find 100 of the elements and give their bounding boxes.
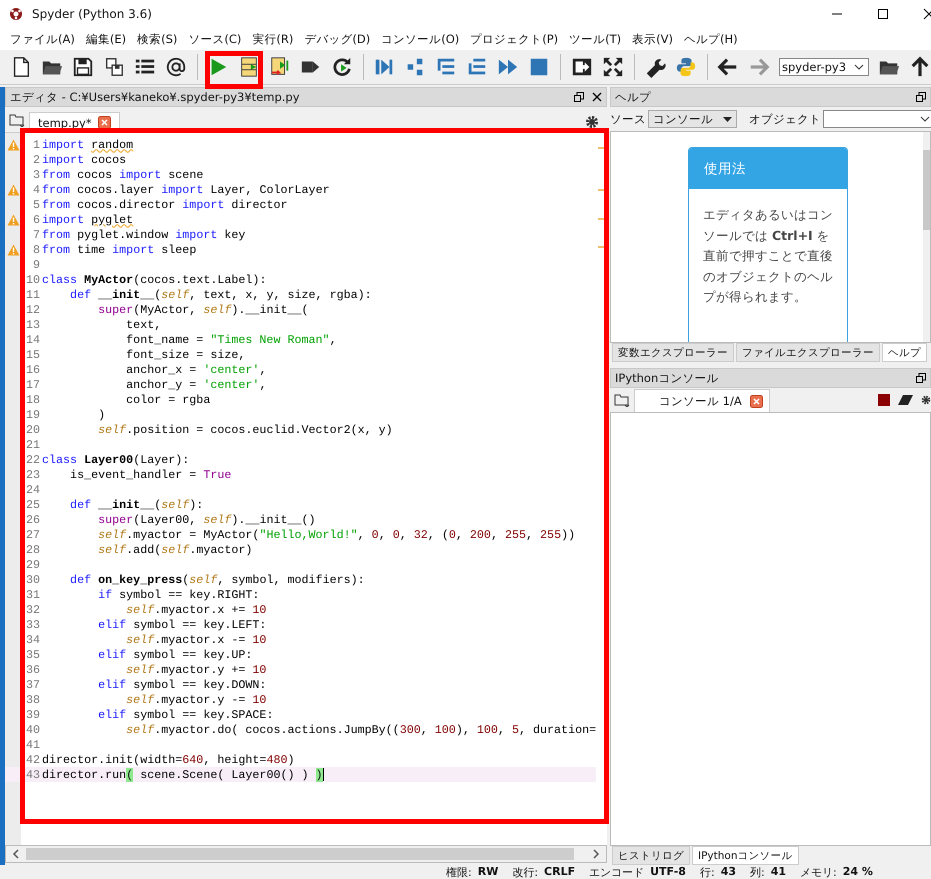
line-number: 3 bbox=[32, 168, 41, 182]
warning-marker bbox=[598, 246, 606, 248]
line-number: 38 bbox=[24, 692, 41, 706]
run-cell-advance-icon[interactable] bbox=[269, 56, 292, 78]
code-line: elif symbol == key.SPACE: bbox=[97, 708, 274, 722]
menu-item[interactable]: ソース(C) bbox=[188, 32, 242, 46]
fullscreen-icon[interactable] bbox=[602, 56, 624, 78]
folder-browse-icon[interactable] bbox=[9, 112, 25, 126]
line-number: 26 bbox=[24, 512, 41, 526]
stop-icon[interactable] bbox=[528, 56, 550, 78]
code-line: font_size = size, bbox=[125, 348, 246, 362]
menu-item[interactable]: コンソール(O) bbox=[381, 32, 460, 46]
line-number: 24 bbox=[24, 482, 41, 496]
code-line: font_name = "Times New Roman", bbox=[125, 332, 337, 346]
line-number: 29 bbox=[24, 558, 41, 572]
line-number: 23 bbox=[24, 468, 41, 482]
line-number: 12 bbox=[24, 302, 41, 316]
scroll-left-icon[interactable] bbox=[12, 849, 20, 859]
line-number: 13 bbox=[24, 318, 41, 332]
save-icon[interactable] bbox=[72, 56, 94, 78]
console-tab[interactable]: コンソール 1/A bbox=[634, 389, 770, 412]
warning-marker bbox=[598, 218, 606, 220]
at-sign-icon[interactable] bbox=[165, 56, 187, 78]
line-number: 15 bbox=[24, 348, 41, 362]
menu-item[interactable]: 実行(R) bbox=[252, 32, 294, 46]
object-field[interactable] bbox=[823, 110, 931, 128]
settings-icon[interactable] bbox=[921, 393, 931, 407]
status-value: UTF-8 bbox=[650, 864, 686, 879]
dropdown-arrow-icon bbox=[723, 116, 732, 122]
code-line: self.position = cocos.euclid.Vector2(x, y) bbox=[97, 422, 393, 436]
code-line: ) bbox=[97, 408, 106, 422]
folder-browse-icon[interactable] bbox=[614, 393, 630, 407]
pane-tab[interactable]: 変数エクスプローラー bbox=[612, 343, 734, 362]
pane-title: エディタ - C:¥Users¥kaneko¥.spyder-py3¥temp.py bbox=[10, 90, 300, 104]
line-number: 11 bbox=[24, 288, 41, 302]
menu-item[interactable]: ヘルプ(H) bbox=[684, 32, 738, 46]
code-line: self.myactor.x += 10 bbox=[125, 602, 266, 616]
line-number: 36 bbox=[24, 662, 41, 676]
line-number: 41 bbox=[24, 738, 41, 752]
warning-marker bbox=[598, 189, 606, 192]
status-value: 24 % bbox=[842, 864, 873, 879]
line-number: 40 bbox=[24, 722, 41, 736]
code-line: import pyglet bbox=[41, 212, 134, 226]
line-number: 8 bbox=[32, 242, 41, 256]
line-number: 42 bbox=[24, 752, 41, 766]
status-value: 41 bbox=[770, 864, 786, 879]
line-number: 10 bbox=[24, 272, 41, 286]
vertical-scrollbar[interactable] bbox=[923, 132, 930, 342]
code-line: self.myactor.y -= 10 bbox=[125, 692, 266, 706]
python-logo-icon[interactable] bbox=[674, 56, 697, 78]
save-all-icon[interactable] bbox=[103, 56, 125, 78]
line-number: 20 bbox=[24, 422, 41, 436]
rerun-icon[interactable] bbox=[331, 56, 354, 78]
line-number: 7 bbox=[32, 228, 41, 242]
pane-tab[interactable]: ファイルエクスプローラー bbox=[736, 343, 880, 362]
environment-dropdown[interactable]: spyder-py3 bbox=[779, 58, 870, 76]
code-line: elif symbol == key.UP: bbox=[97, 648, 252, 662]
status-value: RW bbox=[478, 864, 498, 879]
pane-tab[interactable]: ヘルプ bbox=[882, 343, 927, 362]
settings-icon[interactable] bbox=[585, 115, 599, 129]
status-label: メモリ: bbox=[800, 864, 837, 879]
warning-marker bbox=[598, 147, 606, 149]
horizontal-scrollbar[interactable] bbox=[5, 845, 607, 863]
line-number: 43 bbox=[24, 768, 41, 782]
source-dropdown[interactable]: コンソール bbox=[648, 110, 737, 128]
menu-item[interactable]: ツール(T) bbox=[569, 32, 622, 46]
undock-icon[interactable] bbox=[916, 373, 926, 383]
line-number: 22 bbox=[24, 452, 41, 466]
status-label: 行: bbox=[700, 864, 715, 879]
code-line: def on_key_press(self, symbol, modifiers): bbox=[69, 572, 365, 586]
up-arrow-icon[interactable] bbox=[909, 56, 931, 78]
maximize-pane-icon[interactable] bbox=[570, 56, 593, 78]
scroll-right-icon[interactable] bbox=[592, 849, 600, 859]
menu-item[interactable]: 検索(S) bbox=[137, 32, 178, 46]
menu-item[interactable]: 編集(E) bbox=[86, 32, 126, 46]
line-number: 6 bbox=[32, 212, 41, 226]
menu-item[interactable]: デバッグ(D) bbox=[304, 32, 370, 46]
code-line: from cocos.layer import Layer, ColorLayer bbox=[41, 182, 330, 196]
close-icon[interactable] bbox=[592, 92, 602, 102]
status-label: 権限: bbox=[446, 864, 472, 879]
line-number: 39 bbox=[24, 708, 41, 722]
maximize-icon[interactable] bbox=[877, 8, 889, 20]
pane-tab[interactable]: ヒストリログ bbox=[612, 846, 690, 865]
back-arrow-icon[interactable] bbox=[717, 56, 740, 78]
line-number: 35 bbox=[24, 648, 41, 662]
line-number: 21 bbox=[24, 438, 41, 452]
line-number: 37 bbox=[24, 678, 41, 692]
undock-icon[interactable] bbox=[574, 92, 584, 102]
line-number: 9 bbox=[32, 258, 41, 272]
code-line: from cocos import scene bbox=[41, 168, 204, 182]
code-line: director.run( scene.Scene( Layer00() ) ) bbox=[41, 768, 324, 782]
line-number: 34 bbox=[24, 632, 41, 646]
line-number: 19 bbox=[24, 408, 41, 422]
eraser-icon[interactable] bbox=[898, 395, 913, 405]
menu-item[interactable]: ファイル(A) bbox=[10, 32, 75, 46]
menu-item[interactable]: プロジェクト(P) bbox=[470, 32, 558, 46]
pane-tab[interactable]: IPythonコンソール bbox=[692, 846, 798, 865]
undock-icon[interactable] bbox=[916, 92, 926, 102]
menu-item[interactable]: 表示(V) bbox=[632, 32, 673, 46]
code-line: anchor_y = 'center', bbox=[125, 378, 266, 392]
